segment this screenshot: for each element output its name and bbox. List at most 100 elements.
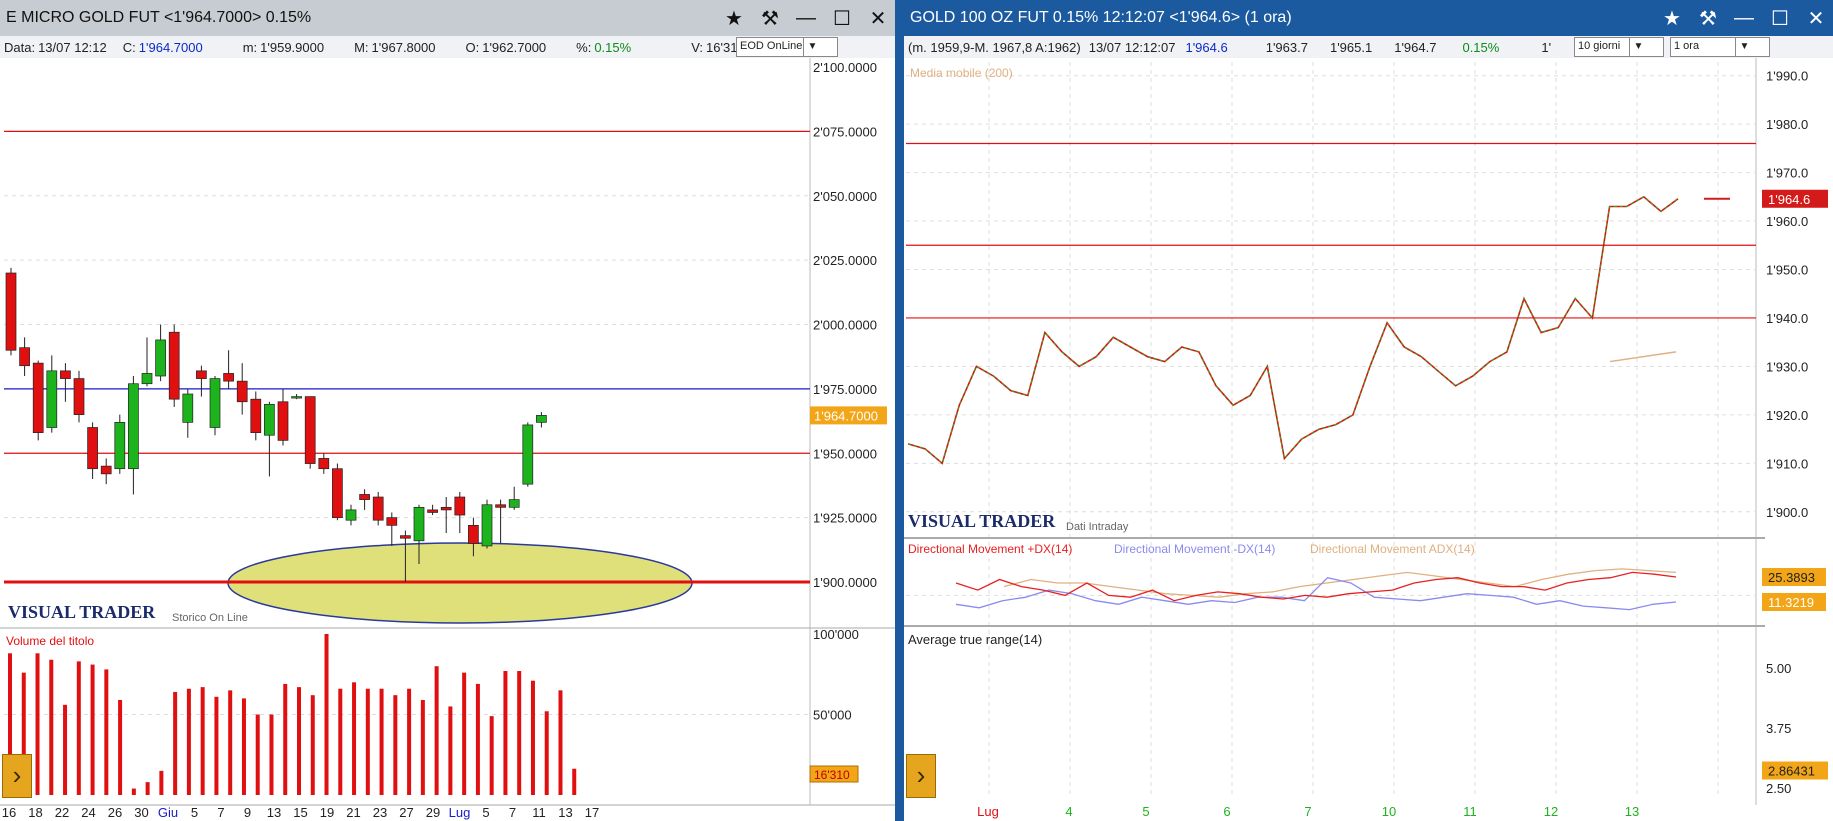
volume-bar [49,659,54,795]
candle-body [495,504,506,508]
x-tick-label: 19 [320,805,334,820]
volume-bar [530,680,535,795]
volume-bar [131,788,136,795]
volume-bar [200,687,205,795]
volume-bar [159,770,164,795]
volume-tick-label: 50'000 [813,708,852,723]
price-tick-label: 2'075.0000 [813,124,877,139]
candle-body [73,378,85,415]
candle-body [168,331,180,400]
x-tick-label: 7 [1304,804,1311,819]
right-expand-button[interactable]: › [906,754,936,798]
price-tick-label: 1'980.0 [1766,117,1808,132]
atr-label: Average true range(14) [908,632,1042,647]
candle-body [508,499,520,508]
candle-body [440,506,452,511]
x-tick-label: Lug [977,804,999,819]
candle-body [46,370,58,428]
x-tick-label: 7 [217,805,224,820]
price-tick-label: 1'900.0000 [813,575,877,590]
candle-body [454,496,466,516]
volume-bar [228,690,233,795]
x-tick-label: 29 [426,805,440,820]
window-divider[interactable] [895,0,904,821]
price-tick-label: 1'940.0 [1766,311,1808,326]
x-tick-label: 5 [1142,804,1149,819]
volume-tag-label: 16'310 [814,768,850,782]
candle-body [100,465,112,475]
volume-bar [517,671,522,795]
x-tick-label: 17 [585,805,599,820]
volume-bar [310,695,315,795]
price-tick-label: 1'960.0 [1766,214,1808,229]
candle-body [209,378,221,428]
candle-body [32,362,44,434]
volume-bar [186,688,191,795]
candle-body [372,496,384,521]
x-tick-label: 6 [1223,804,1230,819]
candle-body [19,347,30,367]
brand-logo: VISUAL TRADER [908,511,1056,531]
ma-label: Media mobile (200) [910,66,1013,80]
x-tick-label: 12 [1544,804,1558,819]
left-expand-button[interactable]: › [2,754,32,798]
candle-body [141,373,153,385]
x-tick-label: 22 [55,805,69,820]
volume-bar [338,688,343,795]
candle-body [427,509,438,513]
price-tick-label: 1'990.0 [1766,69,1808,84]
volume-bar [379,688,384,795]
price-tick-label: 1'970.0 [1766,166,1808,181]
x-tick-label: 23 [373,805,387,820]
candle-body [223,373,234,382]
volume-bar [255,714,260,795]
x-tick-label: 18 [28,805,42,820]
volume-bar [76,661,81,795]
candle-body [400,535,411,539]
x-tick-label: 30 [134,805,148,820]
candle-body [128,383,139,470]
candle-body [250,398,262,433]
candle-body [264,403,275,436]
right-chart-canvas: 1'990.0 1'980.0 1'970.0 1'960.0 1'950.0 1'940… [904,58,1828,819]
volume-bar [324,634,329,795]
candle-body [318,458,330,470]
volume-bar [448,706,453,795]
price-line-up [907,196,1679,465]
price-tick-label: 1'920.0 [1766,408,1808,423]
x-tick-label: Lug [449,805,471,820]
candle-body [155,339,166,377]
volume-bar [90,664,95,795]
volume-bar [269,714,274,795]
volume-bar [241,698,246,795]
candle-body [413,506,425,542]
candle-body [291,396,302,399]
brand-logo: VISUAL TRADER [8,602,156,622]
candle-body [182,393,194,423]
volume-bar [104,669,109,795]
volume-bar [434,666,439,795]
volume-bar [118,700,123,795]
volume-bar [352,682,357,795]
volume-bar [393,695,398,795]
x-tick-label: 13 [267,805,281,820]
x-tick-label: Giu [158,805,178,820]
candle-body [386,517,398,526]
right-chart-window: GOLD 100 OZ FUT 0.15% 12:12:07 <1'964.6>… [904,0,1833,821]
x-tick-label: 24 [81,805,95,820]
price-tick-label: 1'930.0 [1766,359,1808,374]
price-tick-label: 1'900.0 [1766,505,1808,520]
dm-tag2-label: 11.3219 [1768,595,1814,610]
brand-sub: Dati Intraday [1066,521,1129,533]
x-tick-label: 4 [1065,804,1072,819]
atr-tick-label: 5.00 [1766,661,1791,676]
price-tick-label: 2'100.0000 [813,60,877,75]
candle-body [522,424,534,485]
candle-body [536,415,547,423]
x-tick-label: 13 [1625,804,1639,819]
volume-bar [503,671,508,795]
price-tick-label: 1'975.0000 [813,382,877,397]
volume-bar [63,704,68,795]
candle-body [481,504,493,547]
moving-average-line [1609,351,1677,363]
